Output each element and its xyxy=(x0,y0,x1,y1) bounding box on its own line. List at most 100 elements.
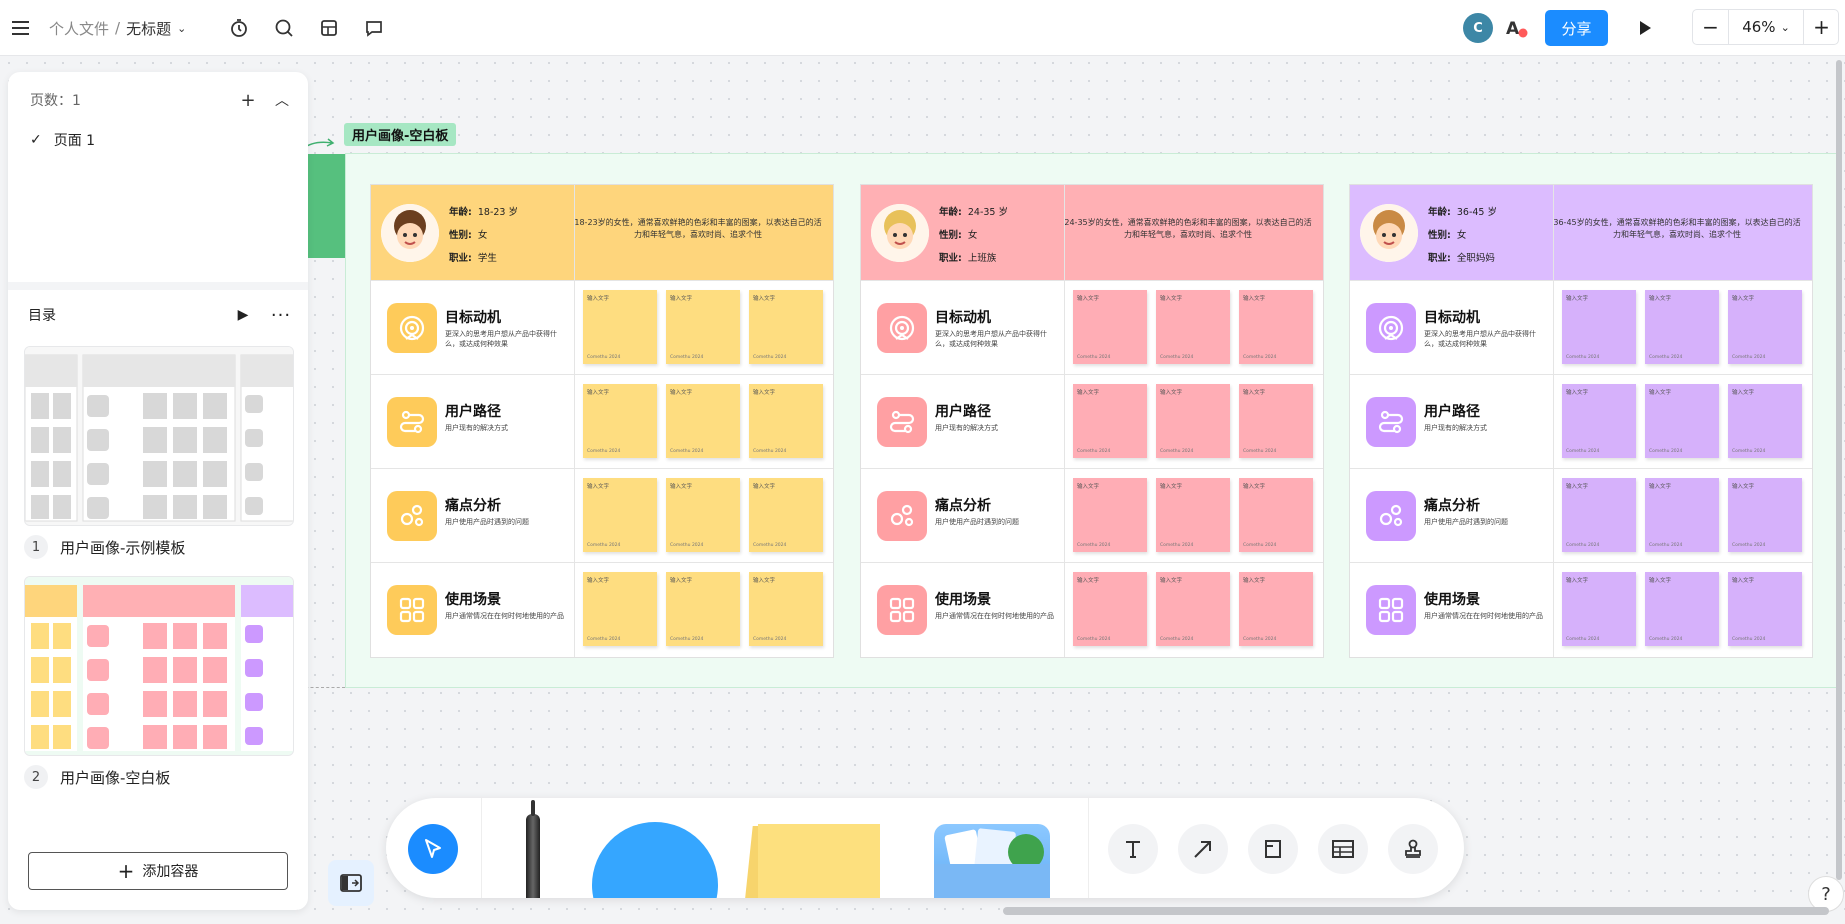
sticky-note[interactable]: 输入文字 Comethu 2024 xyxy=(1562,290,1636,364)
media-library-tool[interactable] xyxy=(934,824,1050,898)
persona-age: 24-35 岁 xyxy=(967,207,1008,218)
page-item[interactable]: ✓ 页面 1 xyxy=(30,130,95,150)
template-icon[interactable] xyxy=(316,0,342,56)
persona-row: 用户路径 用户现有的解决方式 输入文字 Comethu 2024 输入文字 Co… xyxy=(371,375,833,469)
panel-toggle-icon[interactable] xyxy=(328,860,374,906)
persona-gender: 女 xyxy=(477,230,488,241)
sticky-note-tool[interactable] xyxy=(758,824,880,898)
sticky-note[interactable]: 输入文字 Comethu 2024 xyxy=(583,478,657,552)
sticky-note-text: 输入文字 xyxy=(670,296,693,302)
sticky-note[interactable]: 输入文字 Comethu 2024 xyxy=(1562,478,1636,552)
row-icon xyxy=(1366,397,1416,447)
sticky-note[interactable]: 输入文字 Comethu 2024 xyxy=(1645,478,1719,552)
zoom-level-select[interactable]: 46% ⌄ xyxy=(1729,10,1803,44)
plus-icon[interactable]: + xyxy=(236,90,260,111)
sticky-note[interactable]: 输入文字 Comethu 2024 xyxy=(1239,572,1313,646)
persona-description[interactable]: 24-35岁的女性，通常喜欢鲜艳的色彩和丰富的图案，以表达自己的活力和年轻气息，… xyxy=(1064,217,1312,241)
toc-item-2[interactable]: 2 用户画像-空白板 xyxy=(24,765,170,789)
timer-icon[interactable] xyxy=(226,0,252,56)
sticky-note[interactable]: 输入文字 Comethu 2024 xyxy=(1239,478,1313,552)
persona-card[interactable]: 年龄: 24-35 岁 性别: 女 职业: 上班族 24-35岁的女性，通常喜欢… xyxy=(860,184,1324,658)
user-avatar[interactable]: C xyxy=(1463,13,1493,43)
sticky-note[interactable]: 输入文字 Comethu 2024 xyxy=(1728,290,1802,364)
horizontal-scrollbar[interactable] xyxy=(1003,907,1829,915)
persona-card[interactable]: 年龄: 18-23 岁 性别: 女 职业: 学生 18-23岁的女性，通常喜欢鲜… xyxy=(370,184,834,658)
vertical-scrollbar[interactable] xyxy=(1836,60,1842,880)
pointer-icon[interactable] xyxy=(408,824,458,874)
sticky-note[interactable]: 输入文字 Comethu 2024 xyxy=(1239,384,1313,458)
sticky-note-author: Comethu 2024 xyxy=(1243,355,1277,360)
sticky-note[interactable]: 输入文字 Comethu 2024 xyxy=(1645,290,1719,364)
sticky-note[interactable]: 输入文字 Comethu 2024 xyxy=(1728,572,1802,646)
sticky-note[interactable]: 输入文字 Comethu 2024 xyxy=(1645,384,1719,458)
sticky-note[interactable]: 输入文字 Comethu 2024 xyxy=(1073,384,1147,458)
sticky-note[interactable]: 输入文字 Comethu 2024 xyxy=(749,290,823,364)
sticky-note-author: Comethu 2024 xyxy=(1566,543,1600,548)
chevron-down-icon[interactable]: ⌄ xyxy=(177,22,186,35)
zoom-in-button[interactable]: + xyxy=(1803,10,1839,44)
sticky-note[interactable]: 输入文字 Comethu 2024 xyxy=(749,572,823,646)
sticky-note[interactable]: 输入文字 Comethu 2024 xyxy=(666,290,740,364)
play-icon[interactable]: ▶ xyxy=(230,307,256,323)
sticky-note[interactable]: 输入文字 Comethu 2024 xyxy=(1728,478,1802,552)
zoom-out-button[interactable]: − xyxy=(1693,10,1729,44)
sticky-note[interactable]: 输入文字 Comethu 2024 xyxy=(1156,384,1230,458)
shape-tool[interactable] xyxy=(592,822,718,898)
crumb-root[interactable]: 个人文件 xyxy=(49,18,109,39)
table-icon[interactable] xyxy=(1318,824,1368,874)
sticky-note-text: 输入文字 xyxy=(1077,484,1100,490)
sticky-note[interactable]: 输入文字 Comethu 2024 xyxy=(1073,478,1147,552)
search-icon[interactable] xyxy=(271,0,297,56)
sticky-note[interactable]: 输入文字 Comethu 2024 xyxy=(749,478,823,552)
sticky-note[interactable]: 输入文字 Comethu 2024 xyxy=(583,572,657,646)
toc-thumbnail-2[interactable] xyxy=(24,576,294,756)
add-container-button[interactable]: + 添加容器 xyxy=(28,852,288,890)
sticky-note[interactable]: 输入文字 Comethu 2024 xyxy=(1156,290,1230,364)
text-icon[interactable] xyxy=(1108,824,1158,874)
sticky-note[interactable]: 输入文字 Comethu 2024 xyxy=(1156,572,1230,646)
sticky-note[interactable]: 输入文字 Comethu 2024 xyxy=(666,572,740,646)
sticky-note-text: 输入文字 xyxy=(1732,296,1755,302)
frame-title-label[interactable]: 用户画像-空白板 xyxy=(344,123,457,146)
sticky-note[interactable]: 输入文字 Comethu 2024 xyxy=(1728,384,1802,458)
more-icon[interactable]: ··· xyxy=(268,305,294,326)
row-icon xyxy=(877,491,927,541)
sticky-note[interactable]: 输入文字 Comethu 2024 xyxy=(1645,572,1719,646)
toc-thumbnail-1[interactable] xyxy=(24,346,294,526)
comment-icon[interactable] xyxy=(361,0,387,56)
pen-tool[interactable] xyxy=(526,814,540,898)
stamp-icon[interactable] xyxy=(1388,824,1438,874)
sticky-note-text: 输入文字 xyxy=(1160,484,1183,490)
sticky-note-author: Comethu 2024 xyxy=(1077,449,1111,454)
frame-icon[interactable] xyxy=(1248,824,1298,874)
share-button[interactable]: 分享 xyxy=(1545,10,1608,46)
play-icon[interactable] xyxy=(1632,0,1658,56)
persona-description[interactable]: 36-45岁的女性，通常喜欢鲜艳的色彩和丰富的图案，以表达自己的活力和年轻气息，… xyxy=(1553,217,1801,241)
ai-icon[interactable]: A xyxy=(1503,0,1529,56)
sticky-note[interactable]: 输入文字 Comethu 2024 xyxy=(666,478,740,552)
crumb-current-title[interactable]: 无标题 xyxy=(126,18,171,39)
row-icon xyxy=(387,303,437,353)
row-subtitle: 用户使用产品时遇到的问题 xyxy=(445,518,529,526)
sticky-note[interactable]: 输入文字 Comethu 2024 xyxy=(1156,478,1230,552)
persona-card[interactable]: 年龄: 36-45 岁 性别: 女 职业: 全职妈妈 36-45岁的女性，通常喜… xyxy=(1349,184,1813,658)
sticky-note[interactable]: 输入文字 Comethu 2024 xyxy=(1239,290,1313,364)
sticky-note[interactable]: 输入文字 Comethu 2024 xyxy=(749,384,823,458)
persona-row: 痛点分析 用户使用产品时遇到的问题 输入文字 Comethu 2024 输入文字… xyxy=(861,469,1323,563)
sticky-note[interactable]: 输入文字 Comethu 2024 xyxy=(583,384,657,458)
sticky-note[interactable]: 输入文字 Comethu 2024 xyxy=(666,384,740,458)
sticky-note[interactable]: 输入文字 Comethu 2024 xyxy=(1562,572,1636,646)
sticky-note-text: 输入文字 xyxy=(753,578,776,584)
sticky-note[interactable]: 输入文字 Comethu 2024 xyxy=(1073,572,1147,646)
sticky-note-text: 输入文字 xyxy=(1160,578,1183,584)
toc-item-1[interactable]: 1 用户画像-示例模板 xyxy=(24,535,185,559)
sticky-note[interactable]: 输入文字 Comethu 2024 xyxy=(583,290,657,364)
menu-icon[interactable] xyxy=(8,0,32,56)
sticky-note[interactable]: 输入文字 Comethu 2024 xyxy=(1073,290,1147,364)
sticky-note[interactable]: 输入文字 Comethu 2024 xyxy=(1562,384,1636,458)
collapse-icon[interactable]: ︿ xyxy=(270,90,294,110)
add-container-label: 添加容器 xyxy=(142,864,199,880)
sticky-note-text: 输入文字 xyxy=(587,296,610,302)
arrow-icon[interactable] xyxy=(1178,824,1228,874)
persona-description[interactable]: 18-23岁的女性，通常喜欢鲜艳的色彩和丰富的图案，以表达自己的活力和年轻气息，… xyxy=(574,217,822,241)
